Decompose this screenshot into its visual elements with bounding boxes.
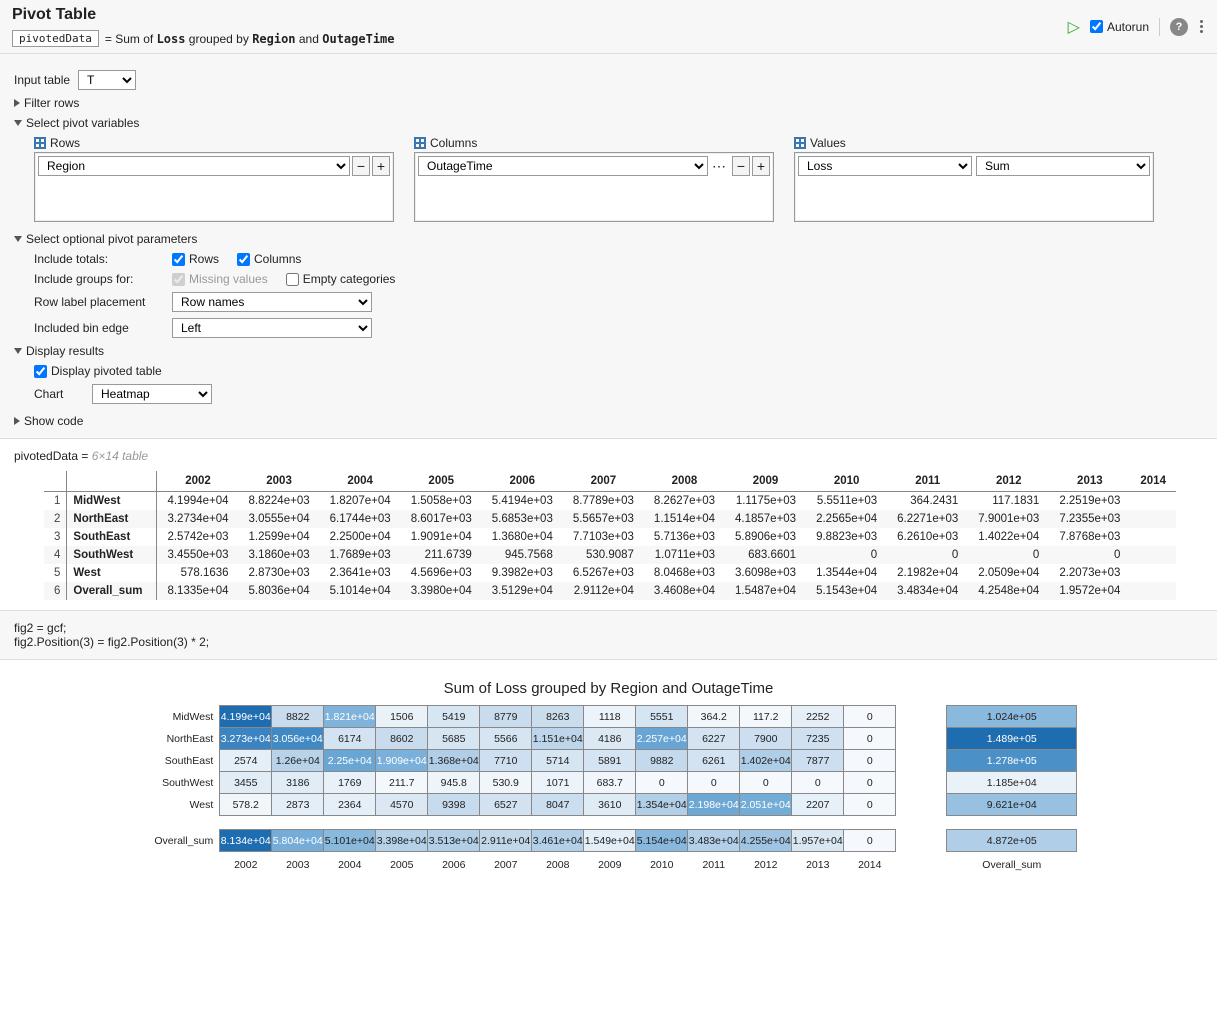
input-table-select[interactable]: T <box>78 70 136 90</box>
chevron-right-icon <box>14 99 20 107</box>
cols-box: OutageTime ⋯ − + <box>414 152 774 222</box>
kebab-menu-icon[interactable] <box>1198 18 1205 35</box>
show-code-expander[interactable]: Show code <box>14 414 1203 428</box>
cols-options-button[interactable]: ⋯ <box>710 158 730 175</box>
pivot-vars-label: Select pivot variables <box>26 116 139 130</box>
pivot-boxes: Rows Region − + Columns OutageTime ⋯ − + <box>34 136 1203 222</box>
controls-panel: Input table T Filter rows Select pivot v… <box>0 54 1217 439</box>
cols-select[interactable]: OutageTime <box>418 156 708 176</box>
empty-categories-checkbox[interactable]: Empty categories <box>286 272 396 286</box>
rows-box: Region − + <box>34 152 394 222</box>
totals-rows-checkbox[interactable]: Rows <box>172 252 219 266</box>
pivot-vars-expander[interactable]: Select pivot variables <box>14 116 1203 130</box>
chart-select[interactable]: Heatmap <box>92 384 212 404</box>
optional-params-label: Select optional pivot parameters <box>26 232 197 246</box>
rows-select[interactable]: Region <box>38 156 350 176</box>
chevron-right-icon <box>14 417 20 425</box>
divider <box>1159 18 1160 36</box>
table-meta: pivotedData = 6×14 table <box>14 449 1203 463</box>
task-title: Pivot Table <box>12 6 96 24</box>
row-label-placement-select[interactable]: Row names <box>172 292 372 312</box>
input-table-label: Input table <box>14 73 70 87</box>
vals-agg-select[interactable]: Sum <box>976 156 1150 176</box>
run-icon[interactable]: ▷ <box>1068 17 1080 37</box>
cols-add-button[interactable]: + <box>752 156 770 176</box>
display-pivoted-checkbox[interactable]: Display pivoted table <box>34 364 162 378</box>
chart-label: Chart <box>34 387 74 401</box>
chevron-down-icon <box>14 236 22 242</box>
heatmap-main: MidWest4.199e+0488221.821e+0415065419877… <box>140 705 897 874</box>
vals-box: Loss Sum <box>794 152 1154 222</box>
cols-remove-button[interactable]: − <box>732 156 750 176</box>
code-block: fig2 = gcf; fig2.Position(3) = fig2.Posi… <box>0 610 1217 660</box>
chevron-down-icon <box>14 348 22 354</box>
task-header: Pivot Table pivotedData = Sum of Loss gr… <box>0 0 1217 54</box>
totals-cols-checkbox[interactable]: Columns <box>237 252 301 266</box>
bin-edge-select[interactable]: Left <box>172 318 372 338</box>
bin-edge-label: Included bin edge <box>34 321 154 335</box>
heatmap-output: Sum of Loss grouped by Region and Outage… <box>0 660 1217 894</box>
autorun-checkbox[interactable]: Autorun <box>1090 20 1149 34</box>
help-icon[interactable]: ? <box>1170 18 1188 36</box>
rows-header: Rows <box>50 136 80 150</box>
show-code-label: Show code <box>24 414 83 428</box>
grid-icon <box>794 137 806 149</box>
rows-add-button[interactable]: + <box>372 156 390 176</box>
vals-field-select[interactable]: Loss <box>798 156 972 176</box>
grid-icon <box>414 137 426 149</box>
pivoted-data-table: 2002200320042005200620072008200920102011… <box>44 471 1176 600</box>
autorun-input[interactable] <box>1090 20 1103 33</box>
display-results-expander[interactable]: Display results <box>14 344 1203 358</box>
filter-rows-label: Filter rows <box>24 96 79 110</box>
row-label-placement-label: Row label placement <box>34 295 154 309</box>
filter-rows-expander[interactable]: Filter rows <box>14 96 1203 110</box>
display-results-label: Display results <box>26 344 104 358</box>
heatmap-title: Sum of Loss grouped by Region and Outage… <box>14 680 1203 697</box>
cols-header: Columns <box>430 136 477 150</box>
include-totals-label: Include totals: <box>34 252 154 266</box>
output-variable-name[interactable]: pivotedData <box>12 30 99 47</box>
formula-description: = Sum of Loss grouped by Region and Outa… <box>105 32 395 46</box>
missing-values-checkbox: Missing values <box>172 272 268 286</box>
include-groups-label: Include groups for: <box>34 272 154 286</box>
grid-icon <box>34 137 46 149</box>
heatmap-side: 1.024e+051.489e+051.278e+051.185e+049.62… <box>946 705 1077 874</box>
output-area: pivotedData = 6×14 table 200220032004200… <box>0 439 1217 610</box>
autorun-label: Autorun <box>1107 20 1149 34</box>
code-line: fig2.Position(3) = fig2.Position(3) * 2; <box>14 635 1203 649</box>
rows-remove-button[interactable]: − <box>352 156 370 176</box>
code-line: fig2 = gcf; <box>14 621 1203 635</box>
optional-params-expander[interactable]: Select optional pivot parameters <box>14 232 1203 246</box>
chevron-down-icon <box>14 120 22 126</box>
vals-header: Values <box>810 136 846 150</box>
